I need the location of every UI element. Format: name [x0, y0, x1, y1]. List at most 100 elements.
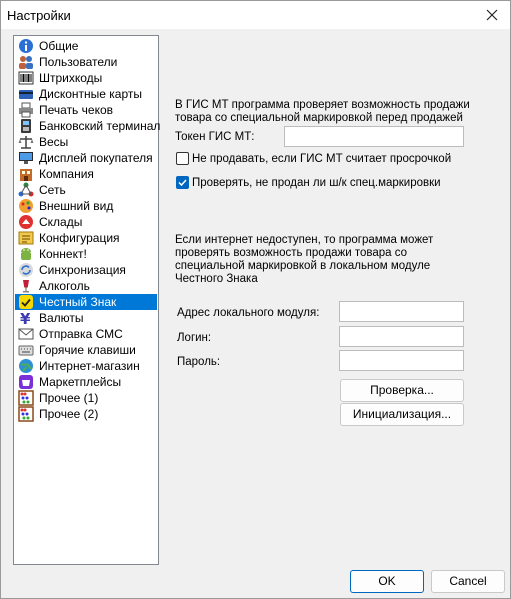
checkmark-icon	[178, 179, 187, 187]
cancel-button[interactable]: Cancel	[431, 570, 505, 593]
sidebar-item-label: Валюты	[39, 311, 84, 325]
sidebar-item[interactable]: Банковский терминал	[15, 118, 161, 134]
company-icon	[18, 166, 34, 182]
svg-text:¥: ¥	[20, 310, 31, 326]
printer-icon	[18, 102, 34, 118]
check-sold-label: Проверять, не продан ли ш/к спец.маркиро…	[192, 177, 441, 189]
sidebar-item-label: Компания	[39, 167, 94, 181]
sidebar-item-label: Весы	[39, 135, 69, 149]
sidebar-item-label: Честный Знак	[39, 295, 117, 309]
globe-icon	[18, 358, 34, 374]
sidebar-item-label: Склады	[39, 215, 83, 229]
card-icon	[18, 86, 34, 102]
module-address-label: Адрес локального модуля:	[177, 307, 320, 319]
sidebar-item[interactable]: Честный Знак	[15, 294, 157, 310]
warehouse-icon	[18, 214, 34, 230]
login-input[interactable]	[339, 326, 464, 347]
terminal-icon	[18, 118, 34, 134]
sidebar-item-label: Пользователи	[39, 55, 118, 69]
sidebar-item-label: Интернет-магазин	[39, 359, 140, 373]
honest-sign-settings-panel: В ГИС МТ программа проверяет возможность…	[167, 35, 500, 563]
sidebar-item[interactable]: Дисплей покупателя	[15, 150, 157, 166]
sidebar-item-label: Общие	[39, 39, 79, 53]
sidebar-item[interactable]: Алкоголь	[15, 278, 157, 294]
currency-icon: ¥	[18, 310, 34, 328]
sidebar-item-label: Маркетплейсы	[39, 375, 122, 389]
offline-line-4: Честного Знака	[175, 273, 258, 285]
appearance-icon	[18, 198, 34, 214]
ok-button[interactable]: OK	[350, 570, 424, 593]
android-icon	[18, 246, 34, 262]
users-icon	[18, 54, 34, 70]
settings-window: Настройки Общие Пользователи Штрихкоды Диск…	[0, 0, 511, 599]
keyboard-icon	[18, 342, 34, 358]
sidebar-item[interactable]: Прочее (1)	[15, 390, 157, 406]
settings-category-list[interactable]: Общие Пользователи Штрихкоды Дисконтные кар…	[13, 35, 161, 565]
sidebar-item[interactable]: Сеть	[15, 182, 157, 198]
info-icon	[18, 38, 34, 54]
dont-sell-expired-checkbox[interactable]	[176, 152, 189, 165]
sidebar-item[interactable]: Компания	[15, 166, 157, 182]
check-sold-checkbox[interactable]	[176, 176, 189, 189]
sidebar-item[interactable]: Горячие клавиши	[15, 342, 157, 358]
sidebar-item[interactable]: Печать чеков	[15, 102, 157, 118]
window-title: Настройки	[7, 8, 71, 23]
sidebar-item[interactable]: Отправка СМС	[15, 326, 157, 342]
close-button[interactable]	[474, 1, 510, 29]
dont-sell-expired-label: Не продавать, если ГИС МТ считает просро…	[192, 153, 452, 165]
sidebar-item[interactable]: Маркетплейсы	[15, 374, 157, 390]
sync-icon	[18, 262, 34, 278]
sidebar-item[interactable]: Общие	[15, 38, 157, 54]
sidebar-item-label: Отправка СМС	[39, 327, 123, 341]
scales-icon	[18, 134, 34, 150]
title-bar: Настройки	[1, 1, 510, 29]
marketplace-icon	[18, 374, 34, 390]
sidebar-item[interactable]: Коннект!	[15, 246, 157, 262]
display-icon	[18, 150, 34, 166]
initialize-button[interactable]: Инициализация...	[340, 403, 464, 426]
token-label: Токен ГИС МТ:	[175, 131, 255, 143]
abacus-icon	[18, 406, 34, 422]
password-input[interactable]	[339, 350, 464, 371]
module-address-input[interactable]	[339, 301, 464, 322]
sidebar-item-label: Алкоголь	[39, 279, 90, 293]
sidebar-item-label: Дисплей покупателя	[39, 151, 153, 165]
sidebar-item-label: Банковский терминал	[39, 119, 161, 133]
network-icon	[18, 182, 34, 198]
sidebar-item[interactable]: Штрихкоды	[15, 70, 157, 86]
sidebar-item-label: Штрихкоды	[39, 71, 103, 85]
sidebar-item-label: Сеть	[39, 183, 66, 197]
sidebar-item[interactable]: Конфигурация	[15, 230, 157, 246]
sidebar-item-label: Внешний вид	[39, 199, 114, 213]
sidebar-item-label: Горячие клавиши	[39, 343, 136, 357]
sidebar-item[interactable]: Внешний вид	[15, 198, 157, 214]
intro-line-2: товара со специальной маркировкой перед …	[175, 112, 463, 124]
sidebar-item-label: Печать чеков	[39, 103, 114, 117]
sidebar-item[interactable]: ¥ Валюты	[15, 310, 157, 328]
alcohol-icon	[18, 278, 34, 294]
sidebar-item[interactable]: Пользователи	[15, 54, 157, 70]
password-label: Пароль:	[177, 356, 221, 368]
offline-line-2: проверять возможность продажи товара со	[175, 247, 408, 259]
configuration-icon	[18, 230, 34, 246]
sidebar-item[interactable]: Склады	[15, 214, 157, 230]
sidebar-item[interactable]: Интернет-магазин	[15, 358, 157, 374]
sidebar-item-label: Дисконтные карты	[39, 87, 142, 101]
intro-line-1: В ГИС МТ программа проверяет возможность…	[175, 99, 470, 111]
sidebar-item[interactable]: Дисконтные карты	[15, 86, 157, 102]
sidebar-item[interactable]: Синхронизация	[15, 262, 157, 278]
login-label: Логин:	[177, 332, 212, 344]
check-button[interactable]: Проверка...	[340, 379, 464, 402]
sidebar-item-label: Коннект!	[39, 247, 87, 261]
sidebar-item[interactable]: Прочее (2)	[15, 406, 157, 422]
sidebar-item-label: Прочее (2)	[39, 407, 99, 421]
sidebar-item[interactable]: Весы	[15, 134, 157, 150]
sidebar-item-label: Синхронизация	[39, 263, 126, 277]
sidebar-item-label: Прочее (1)	[39, 391, 99, 405]
offline-line-1: Если интернет недоступен, то программа м…	[175, 234, 434, 246]
sms-icon	[18, 326, 34, 342]
offline-line-3: специальной маркировкой в локальном моду…	[175, 260, 431, 272]
token-input[interactable]	[284, 126, 464, 147]
barcode-icon	[18, 70, 34, 86]
honest-sign-icon	[18, 294, 34, 310]
